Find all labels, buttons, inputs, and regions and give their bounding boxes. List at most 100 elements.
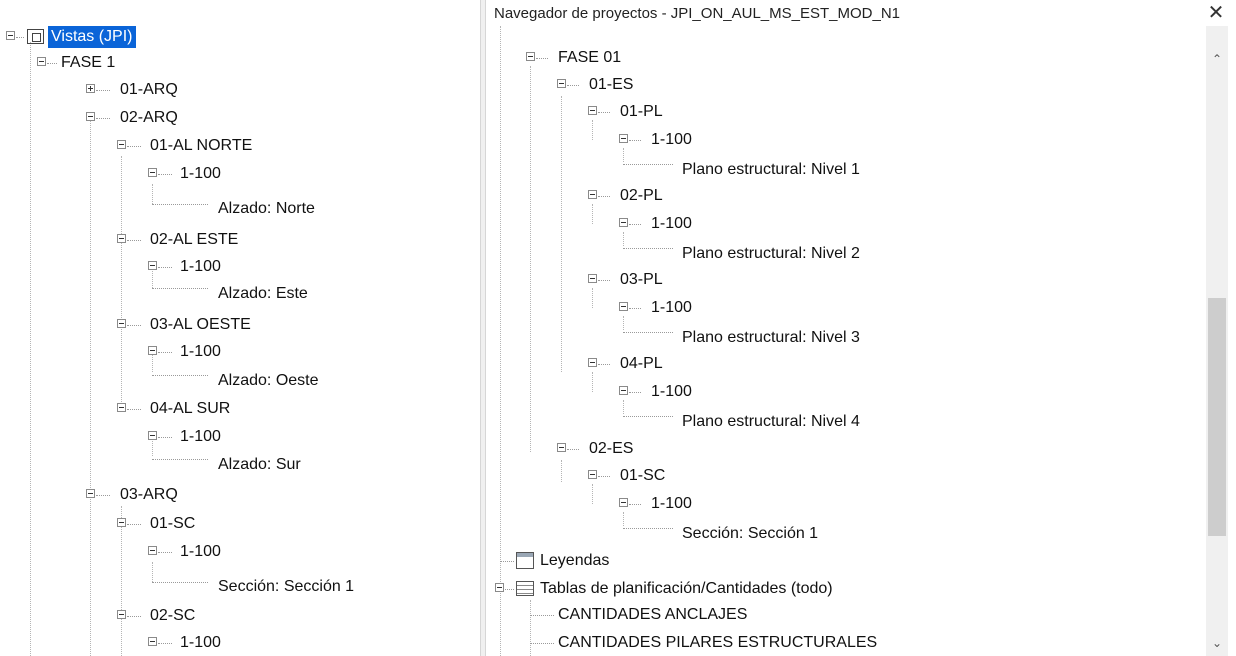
collapse-icon[interactable]: [117, 403, 126, 412]
collapse-icon[interactable]: [117, 140, 126, 149]
tree-node-view[interactable]: Plano estructural: Nivel 1: [486, 159, 906, 181]
tree-node-fase1[interactable]: FASE 1: [0, 52, 300, 74]
tree-label: CANTIDADES ANCLAJES: [558, 606, 748, 623]
collapse-icon[interactable]: [588, 358, 597, 367]
scrollbar-thumb[interactable]: [1208, 298, 1226, 536]
tree-node-01-sc[interactable]: 01-SC: [486, 465, 786, 487]
tree-node-01-pl[interactable]: 01-PL: [486, 101, 786, 123]
tree-node-01-sc[interactable]: 01-SC: [0, 513, 300, 535]
tree-node-03-pl[interactable]: 03-PL: [486, 269, 786, 291]
tree-node-02-sc[interactable]: 02-SC: [0, 605, 300, 627]
vertical-scrollbar[interactable]: ⌃ ⌄: [1206, 26, 1228, 656]
tree-label: 04-AL SUR: [150, 400, 231, 417]
tree-node-01-arq[interactable]: 01-ARQ: [0, 79, 300, 101]
close-icon[interactable]: ✕: [1204, 2, 1228, 24]
collapse-icon[interactable]: [37, 57, 46, 66]
collapse-icon[interactable]: [557, 79, 566, 88]
tree-node-view[interactable]: Alzado: Este: [0, 283, 400, 305]
tree-label: Plano estructural: Nivel 1: [682, 161, 860, 178]
tree-node-04-pl[interactable]: 04-PL: [486, 353, 786, 375]
collapse-icon[interactable]: [557, 443, 566, 452]
collapse-icon[interactable]: [588, 274, 597, 283]
tree-node-schedule[interactable]: CANTIDADES ANCLAJES: [486, 604, 986, 626]
tree-node-01-es[interactable]: 01-ES: [486, 74, 786, 96]
collapse-icon[interactable]: [526, 52, 535, 61]
tree-node-al-oeste[interactable]: 03-AL OESTE: [0, 314, 300, 336]
collapse-icon[interactable]: [117, 518, 126, 527]
tree-label: 02-ARQ: [120, 109, 178, 126]
tree-node-scale[interactable]: 1-100: [0, 163, 300, 185]
collapse-icon[interactable]: [86, 489, 95, 498]
tree-node-scale[interactable]: 1-100: [486, 493, 786, 515]
tree-label: 03-AL OESTE: [150, 316, 251, 333]
tree-label: 02-SC: [150, 607, 196, 624]
collapse-icon[interactable]: [588, 470, 597, 479]
tree-node-scale[interactable]: 1-100: [486, 129, 786, 151]
collapse-icon[interactable]: [148, 431, 157, 440]
tree-label: 01-ARQ: [120, 81, 178, 98]
collapse-icon[interactable]: [588, 190, 597, 199]
legend-icon: [516, 552, 534, 569]
tree-node-al-norte[interactable]: 01-AL NORTE: [0, 135, 300, 157]
tree-node-02-arq[interactable]: 02-ARQ: [0, 107, 300, 129]
tree-node-root[interactable]: Vistas (JPI): [0, 26, 300, 48]
tree-label: 01-SC: [620, 467, 666, 484]
tree-label: 1-100: [180, 258, 221, 275]
tree-label: 02-ES: [589, 440, 634, 457]
collapse-icon[interactable]: [148, 261, 157, 270]
tree-node-tablas[interactable]: Tablas de planificación/Cantidades (todo…: [486, 578, 986, 600]
tree-node-schedule[interactable]: CANTIDADES PILARES ESTRUCTURALES: [486, 632, 986, 654]
tree-label: 03-ARQ: [120, 486, 178, 503]
root-label[interactable]: Vistas (JPI): [48, 26, 136, 48]
tree-node-view[interactable]: Alzado: Oeste: [0, 370, 400, 392]
collapse-icon[interactable]: [619, 302, 628, 311]
collapse-icon[interactable]: [588, 106, 597, 115]
tree-label: 1-100: [651, 383, 692, 400]
collapse-icon[interactable]: [6, 31, 15, 40]
tree-node-scale[interactable]: 1-100: [0, 426, 300, 448]
tree-node-view[interactable]: Plano estructural: Nivel 3: [486, 327, 906, 349]
tree-node-scale[interactable]: 1-100: [0, 632, 300, 654]
tree-label: 03-PL: [620, 271, 663, 288]
collapse-icon[interactable]: [619, 498, 628, 507]
collapse-icon[interactable]: [148, 168, 157, 177]
collapse-icon[interactable]: [619, 134, 628, 143]
collapse-icon[interactable]: [619, 218, 628, 227]
scroll-down-icon[interactable]: ⌄: [1206, 634, 1228, 652]
tree-node-view[interactable]: Alzado: Norte: [0, 198, 400, 220]
tree-node-02-es[interactable]: 02-ES: [486, 438, 786, 460]
tree-node-scale[interactable]: 1-100: [0, 341, 300, 363]
tree-label: 01-PL: [620, 103, 663, 120]
collapse-icon[interactable]: [148, 546, 157, 555]
collapse-icon[interactable]: [148, 637, 157, 646]
collapse-icon[interactable]: [495, 583, 504, 592]
tree-node-al-este[interactable]: 02-AL ESTE: [0, 229, 300, 251]
tree-node-al-sur[interactable]: 04-AL SUR: [0, 398, 300, 420]
tree-label: 1-100: [180, 634, 221, 651]
tree-node-scale[interactable]: 1-100: [0, 256, 300, 278]
tree-node-view[interactable]: Sección: Sección 1: [486, 523, 906, 545]
collapse-icon[interactable]: [117, 234, 126, 243]
tree-node-view[interactable]: Plano estructural: Nivel 2: [486, 243, 906, 265]
tree-label: 1-100: [651, 299, 692, 316]
panel-titlebar[interactable]: Navegador de proyectos - JPI_ON_AUL_MS_E…: [486, 0, 1236, 26]
tree-label: Alzado: Sur: [218, 456, 301, 473]
tree-node-02-pl[interactable]: 02-PL: [486, 185, 786, 207]
collapse-icon[interactable]: [619, 386, 628, 395]
collapse-icon[interactable]: [86, 112, 95, 121]
tree-node-view[interactable]: Sección: Sección 1: [0, 576, 420, 598]
tree-node-scale[interactable]: 1-100: [486, 213, 786, 235]
collapse-icon[interactable]: [148, 346, 157, 355]
tree-node-view[interactable]: Alzado: Sur: [0, 454, 400, 476]
tree-node-scale[interactable]: 1-100: [486, 381, 786, 403]
collapse-icon[interactable]: [117, 610, 126, 619]
tree-node-fase01[interactable]: FASE 01: [486, 47, 786, 69]
expand-icon[interactable]: [86, 84, 95, 93]
tree-node-view[interactable]: Plano estructural: Nivel 4: [486, 411, 906, 433]
tree-node-03-arq[interactable]: 03-ARQ: [0, 484, 300, 506]
scroll-up-icon[interactable]: ⌃: [1206, 50, 1228, 68]
tree-node-scale[interactable]: 1-100: [0, 541, 300, 563]
collapse-icon[interactable]: [117, 319, 126, 328]
tree-node-leyendas[interactable]: Leyendas: [486, 550, 786, 572]
tree-node-scale[interactable]: 1-100: [486, 297, 786, 319]
